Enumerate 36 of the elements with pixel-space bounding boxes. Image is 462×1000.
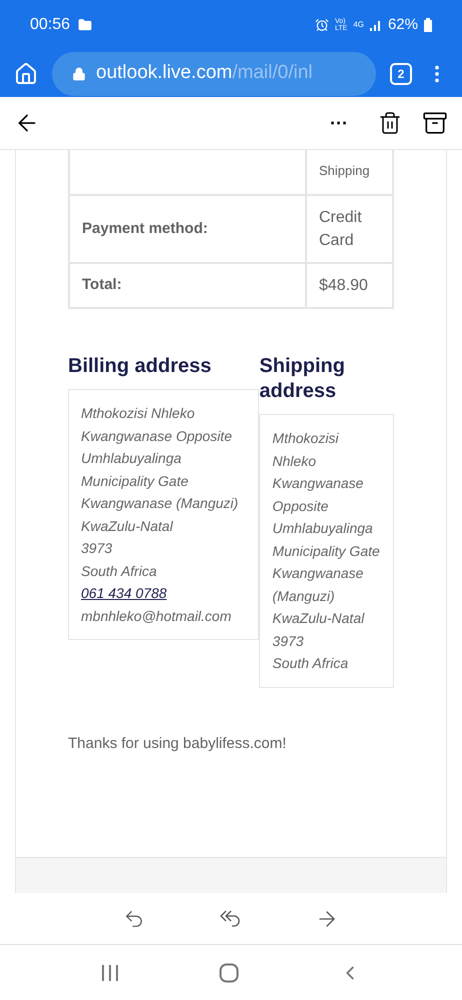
tab-count-button[interactable]: 2 (390, 62, 412, 84)
section-heading: Shipping address (259, 354, 346, 404)
address-line: KwaZulu-Natal (272, 609, 366, 628)
more-button[interactable]: ··· (330, 110, 348, 136)
battery-icon (424, 18, 432, 32)
phone-link[interactable]: 061 434 0788 (81, 582, 246, 604)
url-text: outlook.live.com/mail/0/inl (96, 61, 312, 86)
address-line: mbnhleko@hotmail.com (81, 606, 232, 626)
thanks-message: Thanks for using babylifess.com! (68, 734, 288, 754)
lock-icon (72, 66, 86, 80)
battery-percent: 62% (388, 14, 418, 35)
address-line: Kwangwanase Opposite Umhlabuyalinga Municipality Gate Kwangwanase (Manguzi) (81, 426, 240, 513)
address-line: 3973 (81, 539, 114, 558)
folder-icon (78, 18, 92, 32)
home-button-icon[interactable] (219, 962, 239, 982)
table-cell: Payment method: (70, 196, 307, 262)
address-line: Mthokozisi Nhleko (81, 404, 196, 423)
clock-time: 00:56 (30, 15, 70, 35)
table-cell-text: Credit Card (318, 208, 363, 251)
network-label: 4G (353, 19, 364, 31)
address-line: Mthokozisi Nhleko (272, 429, 340, 470)
table-cell-text: $48.90 (318, 276, 369, 296)
address-line: KwaZulu-Natal (81, 516, 174, 536)
table-cell: Total: (70, 264, 307, 307)
recent-apps-icon[interactable] (101, 964, 119, 980)
alarm-icon (314, 18, 329, 32)
address-line: South Africa (81, 562, 158, 580)
signal-icon (370, 19, 382, 31)
archive-icon[interactable] (422, 110, 448, 136)
home-icon[interactable] (14, 62, 38, 86)
address-line: 3973 (272, 632, 305, 650)
section-heading: Billing address (68, 354, 212, 379)
table-cell-text: Shipping (318, 162, 371, 180)
delete-icon[interactable] (378, 111, 402, 135)
address-line: Kwangwanase Opposite Umhlabuyalinga Municipality Gate Kwangwanase (Manguzi) (272, 474, 381, 606)
address-line: South Africa (272, 654, 350, 673)
